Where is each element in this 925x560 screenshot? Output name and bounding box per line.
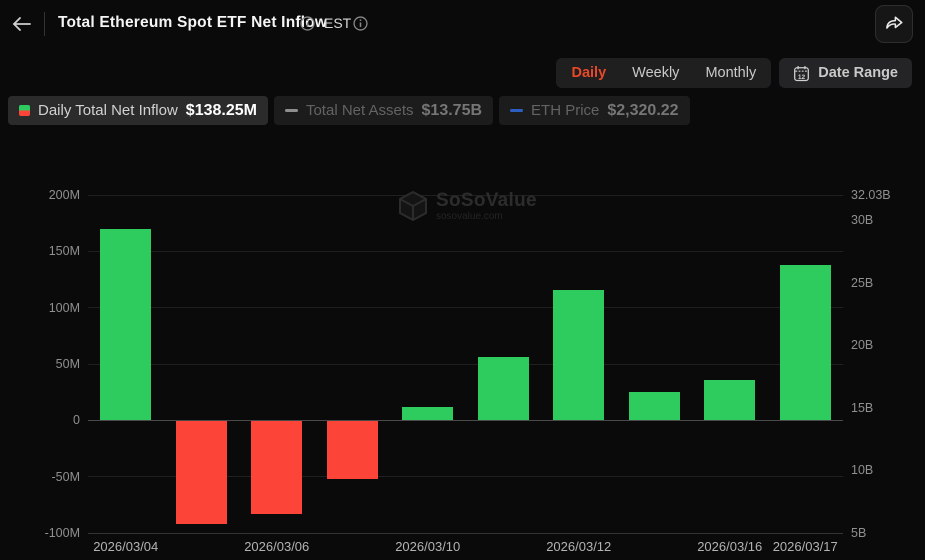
y-axis-label-left: 200M [30,188,80,202]
y-axis-label-right: 30B [851,213,906,227]
gridline [88,364,843,365]
y-axis-label-left: 0 [30,413,80,427]
y-axis-label-right: 10B [851,463,906,477]
bar-chart: 200M 150M 100M 50M 0 -50M -100M 32.03B 30B 25B 20B… [0,0,925,560]
y-axis-label-right: 25B [851,276,906,290]
gridline [88,533,843,534]
y-axis-label-left: 150M [30,244,80,258]
y-axis-label-left: 100M [30,301,80,315]
bar[interactable] [402,407,453,420]
bar[interactable] [629,392,680,421]
y-axis-label-right: 5B [851,526,906,540]
gridline [88,251,843,252]
bar[interactable] [478,357,529,421]
y-axis-label-left: -100M [30,526,80,540]
bar[interactable] [553,290,604,420]
x-axis-label: 2026/03/10 [380,539,476,554]
y-axis-label-right: 32.03B [851,188,906,202]
x-axis-label: 2026/03/17 [757,539,853,554]
x-axis-label: 2026/03/12 [531,539,627,554]
bar[interactable] [176,421,227,524]
gridline [88,307,843,308]
y-axis-label-left: -50M [30,470,80,484]
y-axis-label-right: 15B [851,401,906,415]
bar[interactable] [704,380,755,420]
bar[interactable] [327,421,378,479]
x-axis-label: 2026/03/06 [229,539,325,554]
bar[interactable] [100,229,151,421]
bar[interactable] [251,421,302,513]
gridline [88,195,843,196]
y-axis-label-right: 20B [851,338,906,352]
bar[interactable] [780,265,831,421]
y-axis-label-left: 50M [30,357,80,371]
x-axis-label: 2026/03/04 [78,539,174,554]
